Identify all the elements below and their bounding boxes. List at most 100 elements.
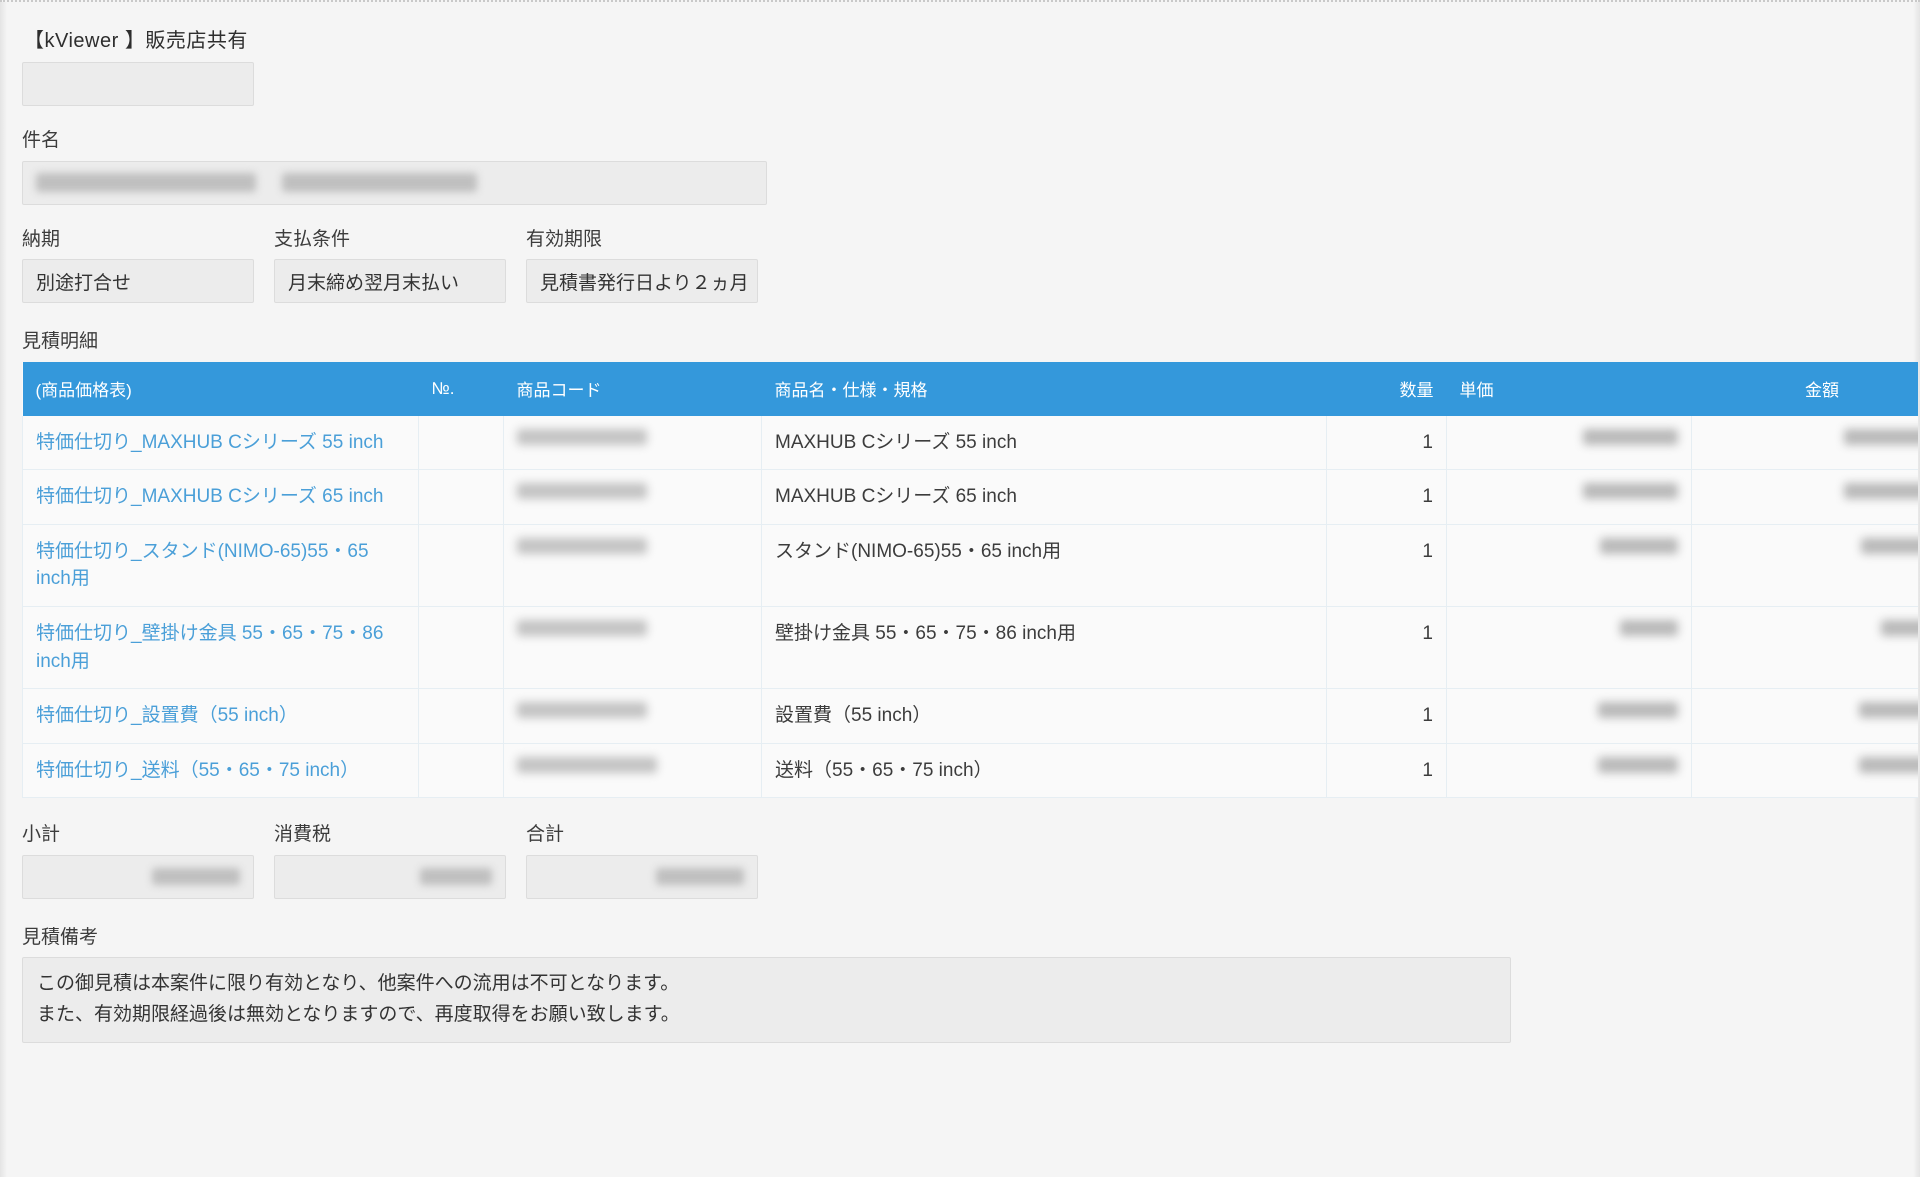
detail-table-body: 特価仕切り_MAXHUB Cシリーズ 55 inch MAXHUB Cシリーズ … [22, 415, 1918, 799]
price-list-link[interactable]: 特価仕切り_スタンド(NIMO-65)55・65 inch用 [36, 541, 369, 590]
product-code-redacted [517, 702, 647, 719]
col-header-price-list[interactable]: (商品価格表) [22, 361, 419, 416]
cell-quantity: 1 [1326, 688, 1447, 744]
col-header-product-code[interactable]: 商品コード [503, 361, 762, 416]
cell-price-list: 特価仕切り_設置費（55 inch） [22, 688, 419, 744]
cell-product-code [503, 743, 762, 799]
col-header-no[interactable]: №. [418, 361, 504, 416]
unit-price-redacted [1598, 756, 1678, 773]
product-code-redacted [517, 756, 657, 773]
payment-terms-field-group: 支払条件 月末締め翌月末払い [274, 227, 506, 304]
quote-form-page: 【kViewer 】販売店共有 件名 納期 別途打合せ 支払条件 月末締め翌月末… [0, 0, 1920, 1177]
cell-price-list: 特価仕切り_スタンド(NIMO-65)55・65 inch用 [22, 524, 419, 607]
tax-label: 消費税 [274, 824, 332, 846]
cell-price-list: 特価仕切り_MAXHUB Cシリーズ 65 inch [22, 469, 419, 525]
tax-field-group: 消費税 [274, 822, 506, 899]
cell-quantity: 1 [1326, 415, 1447, 471]
remarks-field[interactable]: この御見積は本案件に限り有効となり、他案件への流用は不可となります。 また、有効… [22, 957, 1511, 1043]
unit-price-redacted [1583, 428, 1678, 445]
price-list-link[interactable]: 特価仕切り_MAXHUB Cシリーズ 55 inch [36, 432, 383, 453]
amount-redacted [1844, 483, 1918, 500]
price-list-link[interactable]: 特価仕切り_壁掛け金具 55・65・75・86 inch用 [36, 623, 383, 672]
detail-table-wrapper: (商品価格表) №. 商品コード 商品名・仕様・規格 数量 単価 金額 特価仕切… [22, 361, 1918, 799]
totals-row: 小計 消費税 合計 [22, 822, 1898, 899]
cell-no [418, 606, 504, 690]
payment-terms-label: 支払条件 [274, 228, 351, 250]
cell-no [418, 688, 504, 744]
total-field[interactable] [526, 854, 758, 899]
cell-amount [1691, 524, 1918, 607]
unit-price-redacted [1598, 702, 1678, 719]
col-header-quantity[interactable]: 数量 [1326, 361, 1447, 416]
validity-label: 有効期限 [526, 228, 603, 250]
price-list-link[interactable]: 特価仕切り_設置費（55 inch） [36, 705, 298, 726]
cell-quantity: 1 [1326, 469, 1447, 525]
title-field[interactable] [22, 62, 254, 106]
price-list-link[interactable]: 特価仕切り_MAXHUB Cシリーズ 65 inch [36, 486, 383, 507]
subtotal-field[interactable] [22, 854, 254, 899]
delivery-field[interactable]: 別途打合せ [22, 259, 254, 304]
amount-redacted [1844, 428, 1918, 445]
cell-amount [1691, 606, 1918, 690]
subtotal-field-group: 小計 [22, 822, 254, 899]
tax-field[interactable] [274, 854, 506, 899]
cell-no [418, 469, 504, 525]
remarks-line-2: また、有効期限経過後は無効となりますので、再度取得をお願い致します。 [37, 1004, 680, 1026]
cell-quantity: 1 [1326, 743, 1447, 799]
cell-product-name: 設置費（55 inch） [761, 688, 1327, 744]
table-row: 特価仕切り_設置費（55 inch） 設置費（55 inch） 1 [22, 688, 1918, 744]
cell-amount [1691, 743, 1918, 799]
cell-amount [1691, 688, 1918, 744]
cell-product-code [503, 524, 762, 607]
cell-product-code [503, 415, 762, 471]
validity-field-group: 有効期限 見積書発行日より２ヵ月 [526, 227, 758, 304]
col-header-amount[interactable]: 金額 [1691, 361, 1918, 416]
subject-label: 件名 [22, 130, 61, 151]
subtotal-label: 小計 [22, 824, 61, 846]
cell-quantity: 1 [1326, 606, 1447, 690]
payment-terms-field[interactable]: 月末締め翌月末払い [274, 259, 506, 304]
product-code-redacted [517, 483, 647, 500]
detail-section-label: 見積明細 [22, 331, 99, 353]
product-code-redacted [517, 619, 647, 636]
page-title: 【kViewer 】販売店共有 [24, 30, 248, 52]
detail-table-head: (商品価格表) №. 商品コード 商品名・仕様・規格 数量 単価 金額 [22, 361, 1918, 416]
detail-table: (商品価格表) №. 商品コード 商品名・仕様・規格 数量 単価 金額 特価仕切… [22, 361, 1918, 799]
title-field-wrapper [22, 62, 254, 106]
cell-product-name: 壁掛け金具 55・65・75・86 inch用 [761, 606, 1327, 690]
tax-redacted [420, 868, 492, 886]
col-header-product-name[interactable]: 商品名・仕様・規格 [761, 361, 1327, 416]
remarks-label: 見積備考 [22, 926, 99, 948]
subtotal-redacted [152, 868, 240, 886]
cell-no [418, 743, 504, 799]
unit-price-redacted [1600, 537, 1678, 554]
cell-unit-price [1446, 688, 1692, 744]
cell-amount [1691, 469, 1918, 525]
col-header-unit-price[interactable]: 単価 [1446, 361, 1692, 416]
amount-redacted [1861, 537, 1918, 554]
cell-price-list: 特価仕切り_送料（55・65・75 inch） [22, 743, 419, 799]
cell-product-name: MAXHUB Cシリーズ 55 inch [761, 415, 1327, 471]
amount-redacted [1881, 619, 1918, 636]
product-code-redacted [517, 428, 647, 445]
price-list-link[interactable]: 特価仕切り_送料（55・65・75 inch） [36, 760, 359, 781]
delivery-field-group: 納期 別途打合せ [22, 227, 254, 304]
subject-field[interactable] [22, 160, 767, 205]
cell-no [418, 415, 504, 471]
cell-amount [1691, 415, 1918, 471]
cell-price-list: 特価仕切り_壁掛け金具 55・65・75・86 inch用 [22, 606, 419, 690]
subject-redacted-part-1 [36, 173, 256, 193]
cell-unit-price [1446, 524, 1692, 607]
cell-no [418, 524, 504, 607]
product-code-redacted [517, 537, 647, 554]
remarks-line-1: この御見積は本案件に限り有効となり、他案件への流用は不可となります。 [37, 973, 680, 995]
subject-field-wrapper [22, 160, 767, 205]
subject-redacted-part-2 [282, 173, 477, 193]
terms-row: 納期 別途打合せ 支払条件 月末締め翌月末払い 有効期限 見積書発行日より２ヵ月 [22, 227, 1898, 304]
cell-unit-price [1446, 415, 1692, 471]
validity-field[interactable]: 見積書発行日より２ヵ月 [526, 259, 758, 304]
table-row: 特価仕切り_送料（55・65・75 inch） 送料（55・65・75 inch… [22, 743, 1918, 799]
cell-product-name: 送料（55・65・75 inch） [761, 743, 1327, 799]
cell-product-name: MAXHUB Cシリーズ 65 inch [761, 469, 1327, 525]
cell-product-code [503, 688, 762, 744]
